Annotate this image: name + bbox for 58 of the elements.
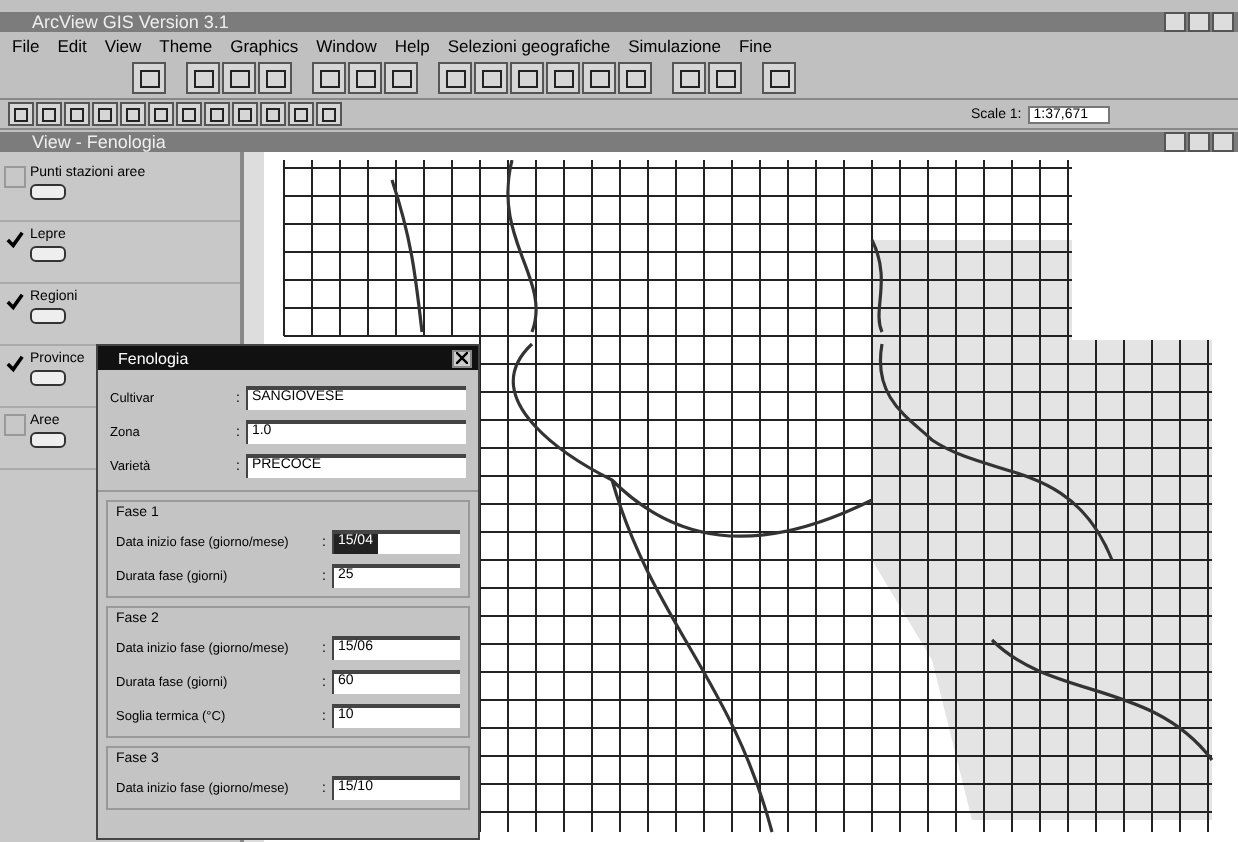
toolbar-button[interactable] xyxy=(546,62,580,94)
layer-symbol xyxy=(30,308,66,324)
tool-button[interactable] xyxy=(232,102,258,126)
toolbar-button[interactable] xyxy=(474,62,508,94)
menu-item[interactable]: Edit xyxy=(57,36,87,56)
toolbar-button[interactable] xyxy=(762,62,796,94)
toolbar-button[interactable] xyxy=(708,62,742,94)
minimize-button[interactable] xyxy=(1164,12,1186,32)
layer-symbol xyxy=(30,432,66,448)
minimize-button[interactable] xyxy=(1164,132,1186,152)
layer-symbol xyxy=(30,370,66,386)
view-title: View - Fenologia xyxy=(32,132,168,152)
toolbar-button[interactable] xyxy=(312,62,346,94)
tool-button[interactable] xyxy=(148,102,174,126)
tool-button[interactable] xyxy=(176,102,202,126)
layer-symbol xyxy=(30,184,66,200)
tool-button[interactable] xyxy=(288,102,314,126)
maximize-button[interactable] xyxy=(1188,12,1210,32)
layer-checkbox[interactable] xyxy=(4,414,26,436)
toolbar-button[interactable] xyxy=(222,62,256,94)
toolbar-button[interactable] xyxy=(618,62,652,94)
layer-checkbox[interactable] xyxy=(4,290,26,312)
toolbar-button[interactable] xyxy=(510,62,544,94)
close-button[interactable] xyxy=(1212,132,1234,152)
menu-item[interactable]: Help xyxy=(394,36,430,56)
close-button[interactable] xyxy=(1212,12,1234,32)
menu-item[interactable]: Selezioni geografiche xyxy=(447,36,611,56)
menu-item[interactable]: Fine xyxy=(738,36,772,56)
toolbar-button[interactable] xyxy=(384,62,418,94)
dialog-title: Fenologia xyxy=(118,349,191,367)
layer-checkbox[interactable] xyxy=(4,166,26,188)
menu-item[interactable]: View xyxy=(104,36,142,56)
layer-symbol xyxy=(30,246,66,262)
tool-button[interactable] xyxy=(36,102,62,126)
tool-button[interactable] xyxy=(64,102,90,126)
toolbar-button[interactable] xyxy=(132,62,166,94)
tool-button[interactable] xyxy=(8,102,34,126)
toolbar-button[interactable] xyxy=(348,62,382,94)
menu-item[interactable]: Simulazione xyxy=(628,36,721,56)
toolbar-button[interactable] xyxy=(186,62,220,94)
tool-button[interactable] xyxy=(316,102,342,126)
tool-button[interactable] xyxy=(92,102,118,126)
menu-item[interactable]: File xyxy=(12,36,40,56)
maximize-button[interactable] xyxy=(1188,132,1210,152)
layer-checkbox[interactable] xyxy=(4,228,26,250)
tool-button[interactable] xyxy=(120,102,146,126)
window-title: ArcView GIS Version 3.1 xyxy=(32,12,231,32)
layer-checkbox[interactable] xyxy=(4,352,26,374)
close-button[interactable] xyxy=(452,349,472,367)
tool-button[interactable] xyxy=(204,102,230,126)
toolbar-button[interactable] xyxy=(258,62,292,94)
toolbar-button[interactable] xyxy=(438,62,472,94)
toolbar-button[interactable] xyxy=(582,62,616,94)
menu-item[interactable]: Theme xyxy=(159,36,213,56)
toolbar-button[interactable] xyxy=(672,62,706,94)
menu-item[interactable]: Graphics xyxy=(230,36,299,56)
menu-item[interactable]: Window xyxy=(316,36,377,56)
tool-button[interactable] xyxy=(260,102,286,126)
